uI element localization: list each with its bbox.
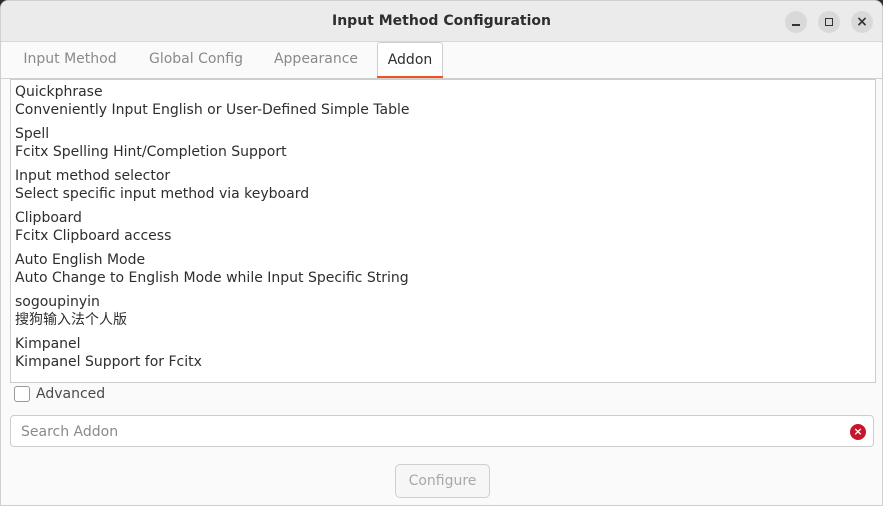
title-bar: Input Method Configuration × xyxy=(1,1,882,42)
tab-bar: Input Method Global Config Appearance Ad… xyxy=(1,42,882,79)
configure-button[interactable]: Configure xyxy=(395,464,490,498)
addon-item-sogoupinyin[interactable]: sogoupinyin 搜狗输入法个人版 xyxy=(11,290,875,332)
clear-icon[interactable]: × xyxy=(850,424,866,440)
close-button[interactable]: × xyxy=(851,11,873,33)
search-box[interactable]: × xyxy=(10,415,874,447)
minimize-button[interactable] xyxy=(785,11,807,33)
tab-input-method[interactable]: Input Method xyxy=(15,42,125,76)
addon-item-spell[interactable]: Spell Fcitx Spelling Hint/Completion Sup… xyxy=(11,122,875,164)
advanced-label: Advanced xyxy=(36,386,106,402)
tab-appearance[interactable]: Appearance xyxy=(265,42,367,76)
addon-item-auto-english-mode[interactable]: Auto English Mode Auto Change to English… xyxy=(11,248,875,290)
minimize-icon xyxy=(792,24,800,26)
addon-item-quickphrase[interactable]: Quickphrase Conveniently Input English o… xyxy=(11,80,875,122)
addon-description: Fcitx Spelling Hint/Completion Support xyxy=(15,144,287,160)
maximize-button[interactable] xyxy=(818,11,840,33)
addon-name: Spell xyxy=(15,126,50,142)
addon-item-kimpanel[interactable]: Kimpanel Kimpanel Support for Fcitx xyxy=(11,332,875,374)
addon-item-input-method-selector[interactable]: Input method selector Select specific in… xyxy=(11,164,875,206)
advanced-option[interactable]: Advanced xyxy=(14,386,105,402)
addon-name: Quickphrase xyxy=(15,84,103,100)
addon-description: Select specific input method via keyboar… xyxy=(15,186,310,202)
addon-description: Auto Change to English Mode while Input … xyxy=(15,270,409,286)
addon-description: Fcitx Clipboard access xyxy=(15,228,172,244)
addon-description: 搜狗输入法个人版 xyxy=(15,312,127,328)
maximize-icon xyxy=(825,18,833,26)
addon-name: Auto English Mode xyxy=(15,252,146,268)
search-input[interactable] xyxy=(19,420,843,444)
addon-list: Quickphrase Conveniently Input English o… xyxy=(10,79,876,383)
addon-name: Clipboard xyxy=(15,210,82,226)
app-window: Input Method Configuration × Input Metho… xyxy=(0,0,883,506)
addon-name: sogoupinyin xyxy=(15,294,100,310)
tab-addon[interactable]: Addon xyxy=(377,42,443,78)
window-title: Input Method Configuration xyxy=(332,13,551,29)
addon-description: Conveniently Input English or User-Defin… xyxy=(15,102,410,118)
addon-description: Kimpanel Support for Fcitx xyxy=(15,354,202,370)
addon-name: Kimpanel xyxy=(15,336,81,352)
tab-global-config[interactable]: Global Config xyxy=(137,42,255,76)
addon-item-clipboard[interactable]: Clipboard Fcitx Clipboard access xyxy=(11,206,875,248)
addon-name: Input method selector xyxy=(15,168,171,184)
advanced-checkbox[interactable] xyxy=(14,386,30,402)
close-icon: × xyxy=(856,14,868,30)
